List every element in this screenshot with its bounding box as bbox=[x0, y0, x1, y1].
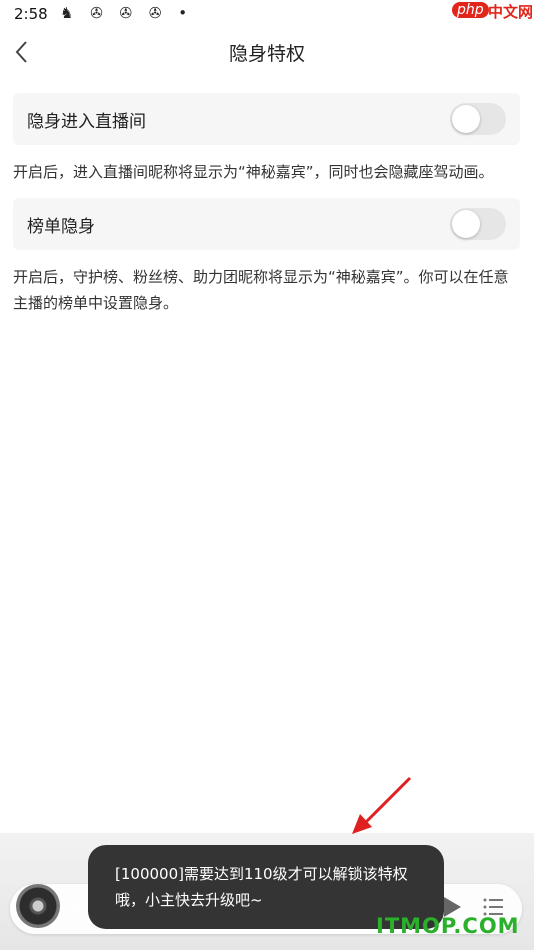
toggle-knob bbox=[452, 210, 480, 238]
toggle-knob bbox=[452, 105, 480, 133]
setting-label: 隐身进入直播间 bbox=[27, 112, 146, 132]
setting-description: 开启后，进入直播间昵称将显示为“神秘嘉宾”，同时也会隐藏座驾动画。 bbox=[13, 163, 494, 181]
notification-icons: ♞ ✇ ✇ ✇ • bbox=[60, 4, 194, 22]
stealth-enter-toggle[interactable] bbox=[450, 103, 506, 135]
setting-description: 开启后，守护榜、粉丝榜、助力团昵称将显示为“神秘嘉宾”。你可以在任意主播的榜单中… bbox=[13, 268, 509, 312]
watermark-php-logo: php bbox=[452, 2, 489, 18]
setting-row-ranking-stealth: 榜单隐身 bbox=[13, 198, 520, 250]
page-title: 隐身特权 bbox=[228, 43, 305, 65]
setting-row-stealth-enter: 隐身进入直播间 bbox=[13, 93, 520, 145]
watermark-itmop: ITMOP.COM bbox=[376, 914, 520, 938]
setting-label: 榜单隐身 bbox=[27, 217, 95, 237]
nav-bar: 隐身特权 bbox=[0, 28, 534, 76]
annotation-arrow-icon bbox=[352, 776, 412, 834]
ranking-stealth-toggle[interactable] bbox=[450, 208, 506, 240]
status-bar: 2:58 ♞ ✇ ✇ ✇ • php 中文网 bbox=[0, 0, 534, 28]
status-time: 2:58 bbox=[14, 5, 48, 23]
toast-text: [100000]需要达到110级才可以解锁该特权哦，小主快去升级吧~ bbox=[115, 865, 408, 909]
album-disc-icon[interactable] bbox=[16, 884, 60, 928]
watermark-php-text: 中文网 bbox=[488, 3, 534, 21]
